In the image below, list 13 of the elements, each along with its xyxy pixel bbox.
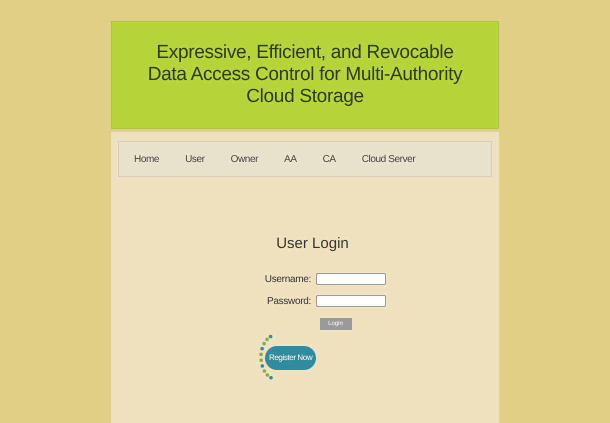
nav-link[interactable]: CA [322, 152, 336, 166]
nav-link[interactable]: AA [284, 152, 297, 166]
input-field[interactable] [316, 273, 386, 285]
field-label: Password: [266, 294, 311, 308]
nav-link[interactable]: Owner [230, 152, 258, 166]
nav-link[interactable]: Cloud Server [362, 152, 416, 166]
site-title: Expressive, Efficient, and Revocable Data Access Control for Multi-Authority Cloud Storage [146, 42, 464, 108]
field-label: Username: [264, 272, 311, 286]
login-title: User Login [276, 234, 349, 254]
register-now-link[interactable]: Register Now [265, 346, 316, 370]
input-field[interactable] [316, 295, 386, 307]
nav-link[interactable]: User [185, 152, 205, 166]
nav-link[interactable]: Home [134, 152, 160, 166]
